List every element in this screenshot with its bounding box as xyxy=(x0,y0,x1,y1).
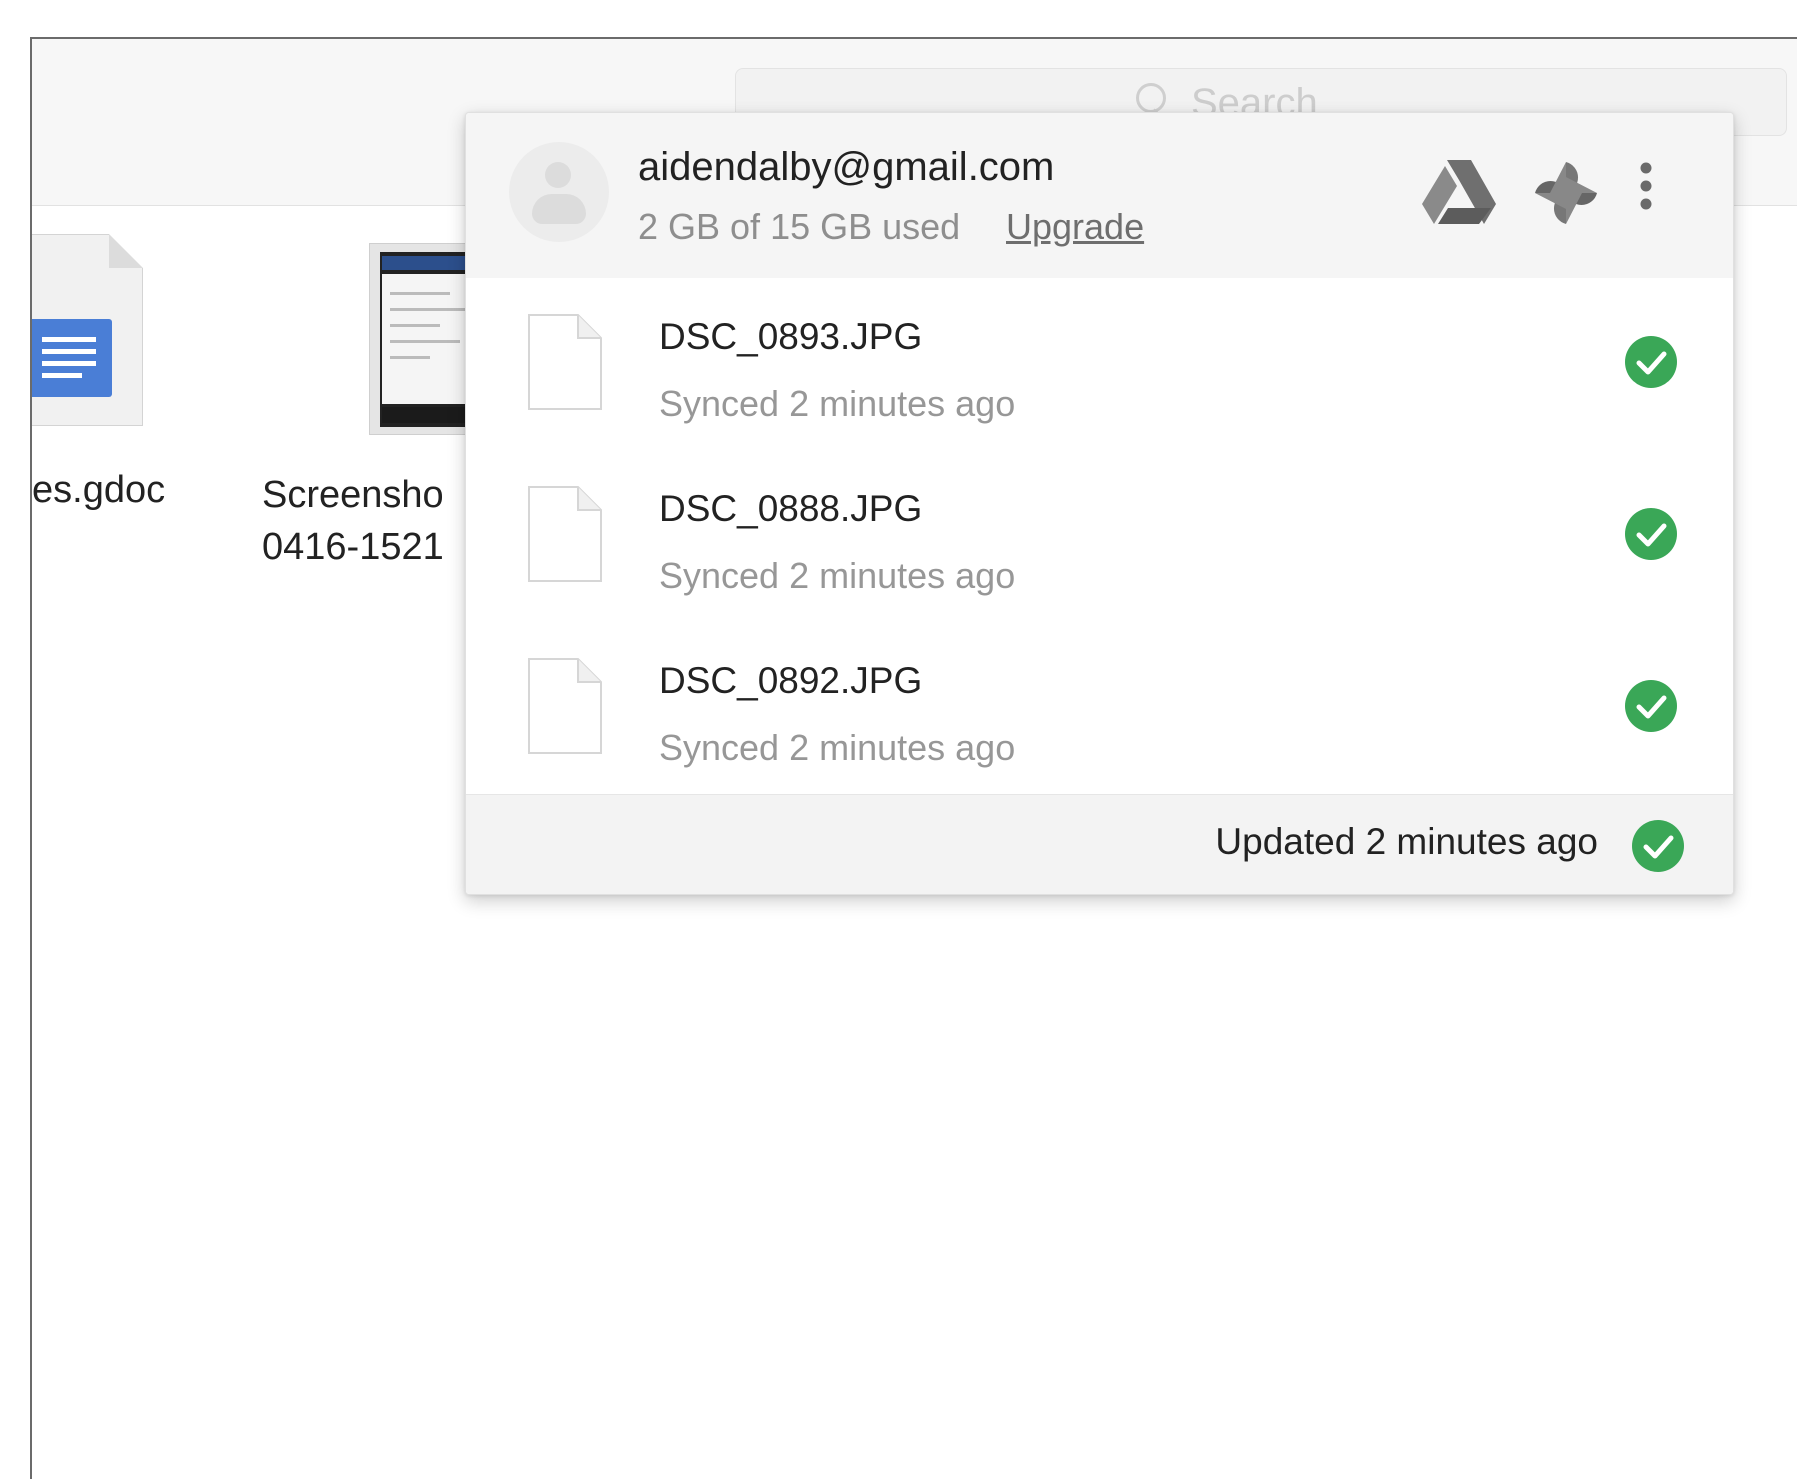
more-vert-icon[interactable] xyxy=(1631,153,1661,233)
google-drive-icon[interactable] xyxy=(1421,158,1497,226)
upgrade-link[interactable]: Upgrade xyxy=(1006,206,1144,248)
synced-check-icon xyxy=(1625,336,1677,388)
file-icon xyxy=(528,314,602,410)
file-icon xyxy=(528,658,602,754)
account-header: aidendalby@gmail.com 2 GB of 15 GB used … xyxy=(466,113,1733,279)
file-label-line: Screenshot xyxy=(262,474,442,516)
file-name: DSC_0893.JPG xyxy=(659,316,923,357)
synced-file-row[interactable]: DSC_0892.JPG Synced 2 minutes ago xyxy=(466,622,1733,795)
file-name: DSC_0892.JPG xyxy=(659,660,923,701)
sync-status-text: Synced 2 minutes ago xyxy=(659,555,1016,596)
file-name: DSC_0888.JPG xyxy=(659,488,923,529)
desktop-file-label: es.gdoc xyxy=(32,469,166,511)
synced-check-icon xyxy=(1625,680,1677,732)
search-icon xyxy=(1136,83,1166,113)
google-photos-icon[interactable] xyxy=(1531,158,1601,228)
file-label-line: 0416-15210 xyxy=(262,526,442,568)
sync-status-text: Synced 2 minutes ago xyxy=(659,383,1016,424)
sync-status-text: Synced 2 minutes ago xyxy=(659,727,1016,768)
sync-status-popover: aidendalby@gmail.com 2 GB of 15 GB used … xyxy=(465,112,1734,895)
synced-file-row[interactable]: DSC_0888.JPG Synced 2 minutes ago xyxy=(466,450,1733,623)
sync-complete-check-icon xyxy=(1632,820,1684,872)
avatar[interactable] xyxy=(509,142,609,242)
desktop-file-label: Screenshot 0416-15210 xyxy=(262,469,442,573)
account-email: aidendalby@gmail.com xyxy=(638,145,1055,189)
desktop-file-gdoc[interactable] xyxy=(32,234,144,426)
last-updated-text: Updated 2 minutes ago xyxy=(1215,821,1598,862)
storage-usage: 2 GB of 15 GB used xyxy=(638,206,961,247)
google-doc-icon xyxy=(32,234,143,426)
sync-footer: Updated 2 minutes ago xyxy=(466,794,1733,894)
file-icon xyxy=(528,486,602,582)
synced-file-row[interactable]: DSC_0893.JPG Synced 2 minutes ago xyxy=(466,278,1733,451)
synced-check-icon xyxy=(1625,508,1677,560)
